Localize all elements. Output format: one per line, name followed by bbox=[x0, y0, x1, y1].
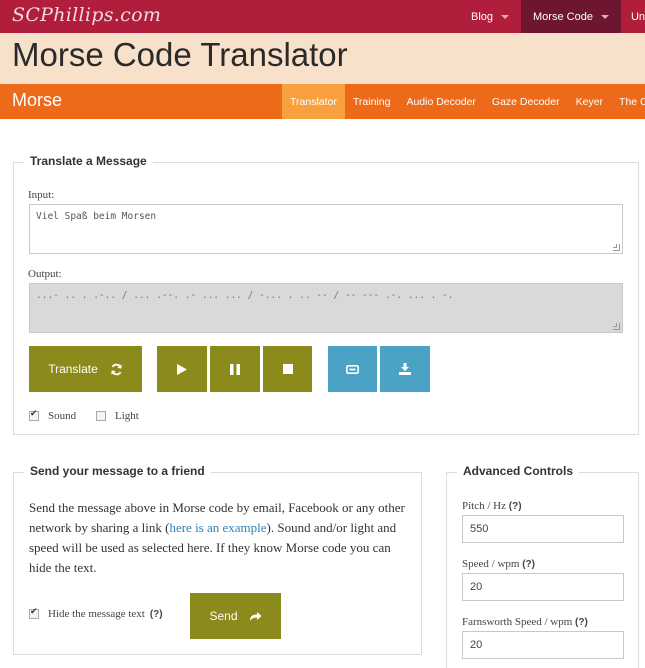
send-fieldset: Send your message to a friend Send the m… bbox=[13, 464, 422, 655]
section-title[interactable]: Morse bbox=[12, 90, 62, 111]
sound-label: Sound bbox=[48, 410, 77, 422]
topnav-item-label: Un bbox=[630, 10, 645, 23]
send-button-label: Send bbox=[209, 609, 238, 623]
subnav-item-training[interactable]: Training bbox=[345, 84, 399, 119]
farnsworth-value: 20 bbox=[470, 639, 483, 651]
hide-text-option[interactable]: Hide the message text (?) bbox=[29, 607, 163, 620]
pitch-help[interactable]: (?) bbox=[509, 501, 522, 512]
section-nav-bar: Morse Translator Training Audio Decoder … bbox=[0, 84, 645, 119]
subnav-item-audio-decoder[interactable]: Audio Decoder bbox=[398, 84, 483, 119]
top-nav: Blog Morse Code Un bbox=[459, 0, 645, 33]
hide-text-checkbox[interactable] bbox=[29, 607, 39, 619]
output-text: ...- .. . .-.. / ... .--. .- ... ... / -… bbox=[36, 290, 454, 301]
speed-help[interactable]: (?) bbox=[522, 559, 535, 570]
send-button[interactable]: Send bbox=[190, 593, 281, 639]
resize-grip-icon[interactable] bbox=[613, 323, 620, 330]
speed-label-text: Speed / wpm bbox=[462, 558, 520, 570]
light-checkbox[interactable] bbox=[96, 411, 106, 421]
stop-button[interactable] bbox=[263, 346, 312, 392]
input-textarea[interactable]: Viel Spaß beim Morsen bbox=[29, 204, 623, 254]
translate-button[interactable]: Translate bbox=[29, 346, 142, 392]
pause-button[interactable] bbox=[210, 346, 260, 392]
farnsworth-input[interactable]: 20 bbox=[462, 631, 624, 659]
topnav-item-un[interactable]: Un bbox=[621, 0, 645, 33]
sound-option[interactable]: Sound bbox=[29, 409, 77, 422]
play-icon bbox=[177, 363, 187, 375]
input-text: Viel Spaß beim Morsen bbox=[36, 211, 157, 222]
send-description: Send the message above in Morse code by … bbox=[29, 498, 414, 578]
subnav-item-translator[interactable]: Translator bbox=[282, 84, 345, 119]
page-title: Morse Code Translator bbox=[12, 36, 348, 73]
speed-value: 20 bbox=[470, 581, 483, 593]
topnav-item-morse-code[interactable]: Morse Code bbox=[521, 0, 621, 33]
farnsworth-help[interactable]: (?) bbox=[575, 617, 588, 628]
subnav-item-gaze-decoder[interactable]: Gaze Decoder bbox=[484, 84, 568, 119]
translate-fieldset: Translate a Message Input: Viel Spaß bei… bbox=[13, 154, 639, 435]
title-band: Morse Code Translator bbox=[0, 33, 645, 84]
stop-icon bbox=[282, 364, 293, 374]
example-link[interactable]: here is an example bbox=[169, 520, 266, 535]
chevron-down-icon bbox=[501, 14, 510, 19]
light-option[interactable]: Light bbox=[96, 410, 139, 422]
pitch-input[interactable]: 550 bbox=[462, 515, 624, 543]
link-button[interactable] bbox=[328, 346, 377, 392]
hide-text-label: Hide the message text bbox=[48, 608, 145, 620]
play-button[interactable] bbox=[157, 346, 207, 392]
topnav-item-label: Blog bbox=[470, 10, 494, 23]
light-label: Light bbox=[115, 410, 139, 422]
farnsworth-label-text: Farnsworth Speed / wpm bbox=[462, 616, 573, 628]
link-icon bbox=[346, 364, 359, 374]
hide-text-help[interactable]: (?) bbox=[150, 609, 163, 620]
download-icon bbox=[399, 363, 411, 375]
top-bar: SCPhillips.com Blog Morse Code Un bbox=[0, 0, 645, 33]
pitch-value: 550 bbox=[470, 523, 489, 535]
topnav-item-label: Morse Code bbox=[533, 10, 593, 23]
farnsworth-label: Farnsworth Speed / wpm (?) bbox=[462, 616, 588, 628]
advanced-fieldset: Advanced Controls Pitch / Hz (?) 550 Spe… bbox=[446, 464, 639, 668]
speed-label: Speed / wpm (?) bbox=[462, 558, 535, 570]
resize-grip-icon[interactable] bbox=[613, 244, 620, 251]
site-logo[interactable]: SCPhillips.com bbox=[12, 4, 161, 26]
translate-button-label: Translate bbox=[48, 362, 98, 376]
pitch-label-text: Pitch / Hz bbox=[462, 500, 506, 512]
sound-checkbox[interactable] bbox=[29, 409, 39, 421]
send-legend: Send your message to a friend bbox=[24, 464, 211, 478]
share-arrow-icon bbox=[249, 611, 262, 622]
topnav-item-blog[interactable]: Blog bbox=[459, 0, 521, 33]
chevron-down-icon bbox=[600, 14, 609, 19]
pitch-label: Pitch / Hz (?) bbox=[462, 500, 522, 512]
speed-input[interactable]: 20 bbox=[462, 573, 624, 601]
pause-icon bbox=[230, 363, 240, 375]
output-textarea[interactable]: ...- .. . .-.. / ... .--. .- ... ... / -… bbox=[29, 283, 623, 333]
refresh-icon bbox=[110, 363, 123, 376]
output-label: Output: bbox=[28, 268, 62, 280]
translate-legend: Translate a Message bbox=[24, 154, 153, 168]
subnav-item-the-code[interactable]: The Code bbox=[611, 84, 645, 119]
input-label: Input: bbox=[28, 189, 55, 201]
download-button[interactable] bbox=[380, 346, 430, 392]
advanced-legend: Advanced Controls bbox=[457, 464, 580, 478]
section-nav: Translator Training Audio Decoder Gaze D… bbox=[282, 84, 645, 119]
subnav-item-keyer[interactable]: Keyer bbox=[568, 84, 611, 119]
